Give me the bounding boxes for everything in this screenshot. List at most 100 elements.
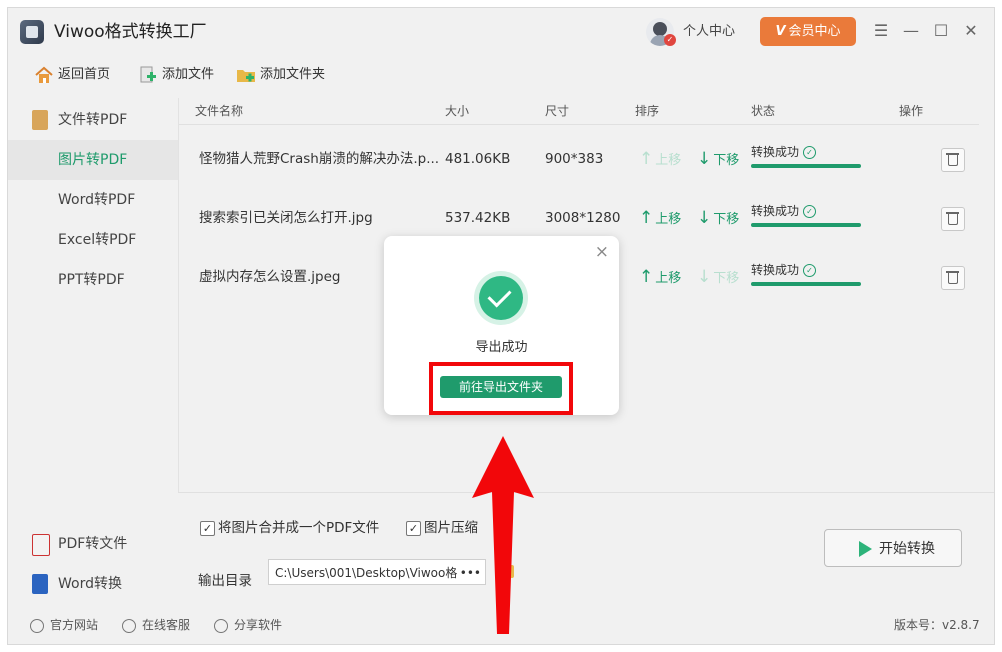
check-circle-icon: ✓ [803,205,817,218]
title-bar: Viwoo格式转换工厂 ✓ 个人中心 V 会员中心 ☰ — ☐ ✕ [8,8,994,56]
sidebar-item-word-convert[interactable]: Word转换 [8,564,178,604]
export-success-message: 导出成功 [475,340,528,355]
vip-center-button[interactable]: V 会员中心 [760,17,856,46]
app-title: Viwoo格式转换工厂 [54,22,207,42]
home-icon [34,66,54,84]
sidebar-item-label: 文件转PDF [58,112,128,128]
arrow-down-icon: ↓ [697,267,712,287]
add-file-icon [138,66,158,84]
add-folder-button[interactable]: 添加文件夹 [236,64,325,86]
output-path-field[interactable]: C:\Users\001\Desktop\Viwoo格式 ••• [268,559,486,585]
play-icon [859,541,872,557]
vip-label: 会员中心 [788,24,841,39]
column-action: 操作 [899,104,924,118]
status-text: 转换成功 ✓ [751,144,817,160]
arrow-down-icon: ↓ [697,149,712,169]
move-down-button[interactable]: ↓ 下移 [697,150,739,170]
output-path-value: C:\Users\001\Desktop\Viwoo格式 [275,566,470,580]
sidebar-item-excel-to-pdf[interactable]: Excel转PDF [8,220,178,260]
move-down-button[interactable]: ↓ 下移 [697,209,739,229]
move-up-label: 上移 [655,153,682,168]
move-down-label: 下移 [713,212,740,227]
column-order: 排序 [635,104,660,118]
move-up-label: 上移 [655,271,682,286]
sidebar: 文件转PDF 图片转PDF Word转PDF Excel转PDF PPT转PDF [8,100,178,300]
share-label: 分享软件 [234,618,283,632]
delete-icon[interactable] [941,207,965,231]
options-panel: ✓ 将图片合并成一个PDF文件 ✓ 图片压缩 输出目录 C:\Users\001… [178,492,994,603]
sidebar-item-label: 图片转PDF [58,152,128,168]
status-label: 转换成功 [751,263,800,277]
file-size: 481.06KB [445,151,511,167]
share-icon [214,618,228,633]
delete-icon[interactable] [941,148,965,172]
add-folder-icon [236,66,256,84]
arrow-up-icon: ↑ [639,149,654,169]
move-up-button[interactable]: ↑ 上移 [639,268,681,288]
maximize-button[interactable]: ☐ [930,20,952,42]
service-label: 在线客服 [142,618,191,632]
close-button[interactable]: ✕ [960,20,982,42]
pdf-file-icon [32,534,50,556]
merge-checkbox[interactable]: ✓ [200,521,215,536]
add-folder-label: 添加文件夹 [260,67,326,82]
sidebar-item-file-to-pdf[interactable]: 文件转PDF [8,100,178,140]
add-file-button[interactable]: 添加文件 [138,64,214,86]
website-link[interactable]: 官方网站 [30,616,98,634]
move-up-label: 上移 [655,212,682,227]
progress-bar [751,223,861,227]
column-dimensions: 尺寸 [545,104,570,118]
column-size: 大小 [445,104,470,118]
check-circle-icon: ✓ [803,264,817,277]
share-link[interactable]: 分享软件 [214,616,282,634]
app-logo-icon [20,20,44,44]
start-convert-label: 开始转换 [879,541,935,557]
file-pdf-icon [32,110,48,130]
sidebar-item-label: Excel转PDF [58,232,137,248]
toolbar: 返回首页 添加文件 添加文件夹 [8,60,994,90]
status-label: 转换成功 [751,204,800,218]
column-name: 文件名称 [195,104,244,118]
version-text: 版本号：v2.8.7 [894,618,980,632]
start-convert-button[interactable]: 开始转换 [824,529,962,567]
verified-badge-icon: ✓ [664,34,676,46]
sidebar-item-word-to-pdf[interactable]: Word转PDF [8,180,178,220]
globe-icon [30,618,44,633]
check-circle-icon: ✓ [803,146,817,159]
service-link[interactable]: 在线客服 [122,616,190,634]
progress-bar [751,164,861,168]
highlight-box [429,362,573,415]
arrow-up-icon: ↑ [639,208,654,228]
output-dir-label: 输出目录 [198,573,252,589]
delete-icon[interactable] [941,266,965,290]
sidebar-item-label: PPT转PDF [58,272,125,288]
website-label: 官方网站 [50,618,99,632]
minimize-button[interactable]: — [900,20,922,42]
move-down-button[interactable]: ↓ 下移 [697,268,739,288]
table-row[interactable]: 怪物猎人荒野Crash崩溃的解决办法.p... 481.06KB 900*383… [179,130,994,188]
progress-bar [751,282,861,286]
sidebar-item-label: Word转PDF [58,192,136,208]
move-up-button[interactable]: ↑ 上移 [639,209,681,229]
status-text: 转换成功 ✓ [751,203,817,219]
sidebar-item-pdf-to-file[interactable]: PDF转文件 [8,524,178,564]
file-name: 怪物猎人荒野Crash崩溃的解决办法.p... [199,151,440,167]
sidebar-item-label: PDF转文件 [58,536,128,552]
menu-icon[interactable]: ☰ [870,20,892,42]
compress-checkbox[interactable]: ✓ [406,521,421,536]
move-down-label: 下移 [713,153,740,168]
arrow-up-icon: ↑ [639,267,654,287]
sidebar-item-image-to-pdf[interactable]: 图片转PDF [8,140,178,180]
sidebar-item-ppt-to-pdf[interactable]: PPT转PDF [8,260,178,300]
table-header: 文件名称 大小 尺寸 排序 状态 操作 [179,98,979,125]
user-center-link[interactable]: 个人中心 [683,22,735,42]
move-up-button[interactable]: ↑ 上移 [639,150,681,170]
add-file-label: 添加文件 [162,67,215,82]
status-text: 转换成功 ✓ [751,262,817,278]
column-status: 状态 [751,104,776,118]
home-button[interactable]: 返回首页 [34,64,110,86]
status-label: 转换成功 [751,145,800,159]
compress-label: 图片压缩 [424,520,478,536]
close-icon[interactable]: × [595,243,609,261]
word-icon [32,574,48,594]
